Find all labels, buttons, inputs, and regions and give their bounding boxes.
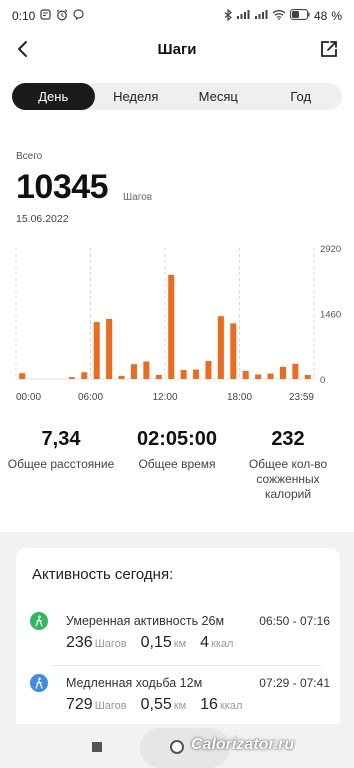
watermark-logo: Calorizator.ru — [191, 736, 295, 753]
y-tick-label: 2920 — [320, 244, 341, 255]
chart-bar — [81, 372, 88, 379]
steps-summary-card: Всего 10345 Шагов 15.06.2022 2920 1460 0 00… — [0, 128, 354, 532]
activity-distance-unit: км — [173, 700, 187, 712]
stat-distance-label: Общее расстояние — [7, 457, 115, 471]
activity-name: Умеренная активность 26м — [66, 614, 225, 628]
signal-icon — [254, 9, 268, 23]
activity-steps-unit: Шагов — [94, 638, 127, 650]
x-tick-label: 06:00 — [78, 392, 103, 403]
chart-bar — [267, 373, 274, 379]
period-tabs-container: День Неделя Месяц Год — [0, 66, 354, 128]
chart-bar — [242, 370, 249, 379]
activity-item[interactable]: Медленная ходьба 12м 07:29 - 07:41 729 Ш… — [30, 674, 330, 724]
activity-calories: 16 — [200, 696, 218, 713]
activity-calories-unit: ккал — [219, 700, 243, 712]
summary-date: 15.06.2022 — [16, 213, 69, 225]
activity-steps: 729 — [66, 696, 93, 713]
chevron-left-icon — [18, 41, 27, 57]
activity-today-card: Активность сегодня: Умеренная активность… — [16, 548, 340, 738]
walking-person-icon — [30, 674, 48, 692]
share-button[interactable] — [316, 36, 342, 62]
activity-item[interactable]: Умеренная активность 26м 06:50 - 07:16 2… — [30, 612, 330, 662]
activity-calories: 4 — [200, 634, 210, 651]
tab-year[interactable]: Год — [260, 83, 343, 110]
activity-name: Медленная ходьба 12м — [66, 676, 203, 690]
divider — [52, 665, 322, 666]
tab-month[interactable]: Месяц — [177, 83, 260, 110]
total-steps-unit: Шагов — [123, 192, 153, 203]
activity-distance-unit: км — [173, 638, 187, 650]
activity-distance: 0,55 — [140, 696, 172, 713]
stat-calories: 232 Общее кол-во сожженных калорий — [238, 428, 338, 502]
activity-time: 06:50 - 07:16 — [259, 614, 330, 628]
stats-row: 7,34 Общее расстояние 02:05:00 Общее вре… — [0, 428, 354, 508]
period-tabs: День Неделя Месяц Год — [12, 83, 342, 110]
system-nav-bar: Calorizator.ru — [0, 724, 354, 768]
total-steps-value: 10345 — [16, 168, 109, 206]
hourly-steps-chart[interactable]: 2920 1460 0 00:00 06:00 12:00 18:00 23:59 — [0, 236, 354, 406]
recent-apps-button[interactable] — [92, 742, 102, 752]
chart-bar — [19, 373, 26, 379]
activity-metrics: 729 Шагов 0,55 км 16 ккал — [66, 696, 256, 714]
chart-bar — [217, 316, 224, 379]
viber-icon — [73, 9, 84, 23]
chart-bar — [180, 370, 187, 379]
chart-bar — [279, 366, 286, 379]
chart-bar — [304, 374, 311, 379]
chart-bar — [205, 361, 212, 379]
stat-distance-value: 7,34 — [41, 428, 81, 450]
share-icon — [321, 41, 337, 57]
notification-icon — [40, 9, 52, 23]
page-title: Шаги — [157, 40, 197, 58]
x-tick-label: 23:59 — [289, 392, 314, 403]
home-button[interactable] — [170, 740, 184, 754]
status-bar: 0:10 48% — [0, 0, 354, 32]
activity-time: 07:29 - 07:41 — [259, 676, 330, 690]
chart-bar — [93, 322, 100, 379]
bluetooth-icon — [224, 8, 232, 24]
y-tick-label: 1460 — [320, 310, 341, 321]
total-label: Всего — [16, 151, 43, 162]
chart-bar — [168, 274, 175, 379]
wifi-icon — [272, 9, 286, 23]
chart-bar — [255, 374, 262, 379]
chart-bar — [118, 375, 125, 379]
tab-day[interactable]: День — [12, 83, 95, 110]
x-tick-label: 18:00 — [227, 392, 252, 403]
y-tick-label: 0 — [320, 375, 325, 386]
activity-distance: 0,15 — [140, 634, 172, 651]
chart-bar — [193, 369, 200, 379]
stat-time-label: Общее время — [138, 457, 216, 471]
x-tick-label: 12:00 — [152, 392, 177, 403]
tab-week[interactable]: Неделя — [95, 83, 178, 110]
battery-level: 48 — [313, 9, 328, 23]
walking-person-icon — [30, 612, 48, 630]
x-tick-label: 00:00 — [16, 392, 41, 403]
stat-calories-value: 232 — [271, 428, 305, 450]
stat-calories-label: Общее кол-во сожженных калорий — [248, 457, 328, 501]
status-time: 0:10 — [12, 9, 36, 23]
battery-icon — [290, 9, 310, 23]
chart-bar — [106, 318, 113, 379]
app-header: Шаги — [0, 32, 354, 66]
chart-bar — [230, 323, 237, 379]
chart-bar — [68, 377, 75, 379]
chart-bar — [130, 364, 137, 379]
chart-bar — [155, 374, 162, 379]
activity-calories-unit: ккал — [211, 638, 234, 650]
stat-time-value: 02:05:00 — [136, 428, 218, 450]
activity-steps-unit: Шагов — [94, 700, 127, 712]
chart-bar — [143, 361, 150, 379]
signal-icon — [236, 9, 250, 23]
alarm-icon — [56, 9, 68, 24]
activity-metrics: 236 Шагов 0,15 км 4 ккал — [66, 634, 247, 652]
stat-time: 02:05:00 Общее время — [122, 428, 232, 472]
stat-distance: 7,34 Общее расстояние — [0, 428, 122, 472]
back-button[interactable] — [10, 36, 36, 62]
activity-steps: 236 — [66, 634, 93, 651]
activity-title: Активность сегодня: — [32, 566, 174, 583]
chart-bar — [292, 363, 299, 379]
